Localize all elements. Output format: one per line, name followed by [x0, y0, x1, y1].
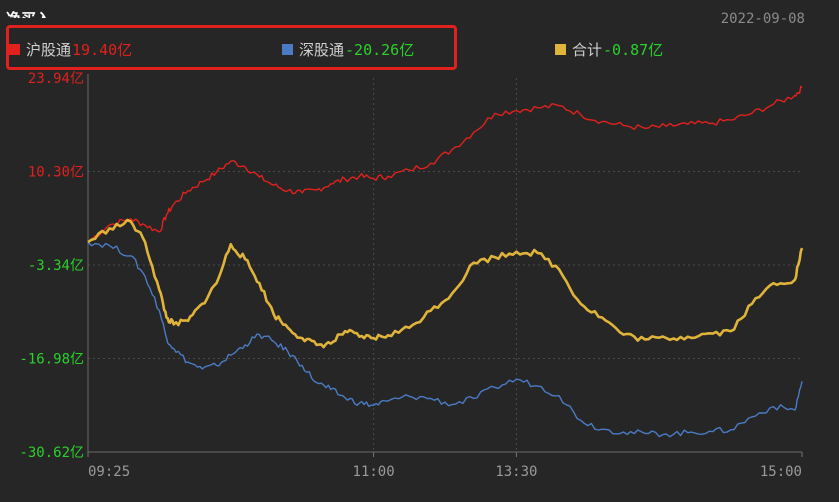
- series-line-shanghai: [87, 85, 803, 243]
- y-tick-label: 10.30亿: [28, 165, 84, 181]
- series-layer: [87, 85, 804, 438]
- series-line-total: [87, 218, 804, 349]
- label-layer: 23.94亿 10.30亿 -3.34亿 -16.98亿 -30.62亿09:25 11:…: [19, 71, 802, 480]
- y-tick-label: -16.98亿: [19, 352, 84, 368]
- y-tick-label: 23.94亿: [28, 71, 84, 87]
- y-tick-label: -30.62亿: [19, 445, 84, 461]
- line-chart: 23.94亿 10.30亿 -3.34亿 -16.98亿 -30.62亿09:25 11:…: [19, 71, 804, 480]
- series-line-shenzhen: [87, 241, 803, 438]
- grid-layer: [88, 78, 802, 452]
- x-tick-label: 13:30: [495, 464, 537, 480]
- x-tick-label: 15:00: [760, 464, 802, 480]
- y-tick-label: -3.34亿: [28, 258, 84, 274]
- x-tick-label: 11:00: [353, 464, 395, 480]
- x-tick-label: 09:25: [88, 464, 130, 480]
